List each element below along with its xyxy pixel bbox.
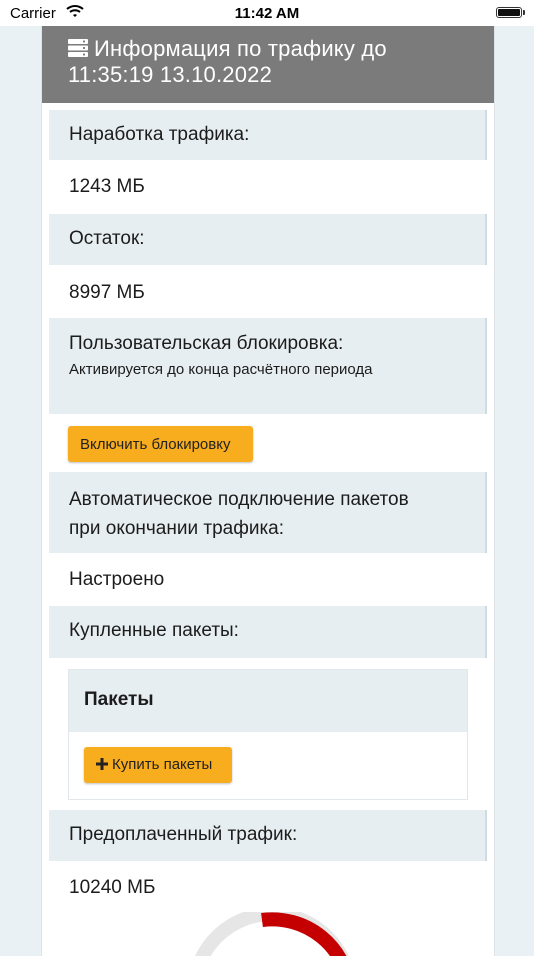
user-block-row: Пользовательская блокировка: Активируетс… [49, 318, 487, 414]
server-icon [68, 37, 88, 62]
auto-packages-value-row: Настроено [49, 553, 487, 606]
packages-panel: Пакеты Купить пакеты [68, 669, 468, 800]
packages-panel-title: Пакеты [69, 670, 467, 732]
clock: 11:42 AM [234, 5, 300, 22]
prepaid-value: 10240 МБ [69, 877, 156, 898]
traffic-gauge [182, 907, 362, 956]
header-title-line1: Информация по трафику до [94, 36, 387, 61]
header-title-line2: 11:35:19 13.10.2022 [68, 62, 273, 87]
prepaid-label: Предоплаченный трафик: [69, 824, 298, 845]
usage-label: Наработка трафика: [69, 124, 250, 145]
status-bar: Carrier 11:42 AM [0, 0, 534, 26]
buy-packages-button[interactable]: Купить пакеты [84, 747, 232, 783]
traffic-card: Информация по трафику до 11:35:19 13.10.… [41, 26, 495, 956]
user-block-label: Пользовательская блокировка: [69, 333, 344, 354]
remaining-value: 8997 МБ [69, 282, 145, 303]
remaining-label-row: Остаток: [49, 214, 487, 265]
plus-icon [96, 757, 108, 774]
usage-label-row: Наработка трафика: [49, 110, 487, 160]
usage-value-row: 1243 МБ [49, 160, 487, 214]
auto-packages-value: Настроено [69, 569, 165, 590]
prepaid-label-row: Предоплаченный трафик: [49, 810, 487, 861]
auto-packages-row: Автоматическое подключение пакетов при о… [49, 472, 487, 553]
battery-icon [496, 7, 522, 18]
remaining-value-row: 8997 МБ [49, 265, 487, 318]
user-block-note: Активируется до конца расчётного периода [69, 361, 373, 378]
traffic-header: Информация по трафику до 11:35:19 13.10.… [42, 26, 494, 103]
usage-value: 1243 МБ [69, 176, 145, 197]
remaining-label: Остаток: [69, 228, 145, 249]
battery-tip [523, 10, 525, 15]
auto-packages-label-line1: Автоматическое подключение пакетов [69, 489, 409, 510]
buy-packages-label: Купить пакеты [112, 756, 213, 773]
prepaid-value-row: 10240 МБ [49, 861, 487, 913]
enable-block-button[interactable]: Включить блокировку [68, 426, 253, 462]
packages-label: Купленные пакеты: [69, 620, 239, 641]
packages-label-row: Купленные пакеты: [49, 606, 487, 658]
auto-packages-label-line2: при окончании трафика: [69, 518, 285, 539]
